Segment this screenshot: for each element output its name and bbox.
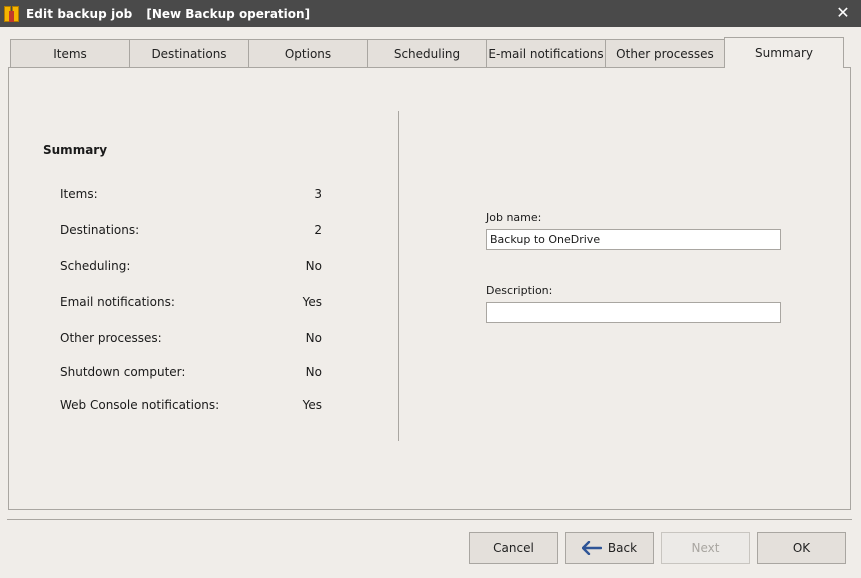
close-icon[interactable]: ✕	[833, 3, 853, 23]
summary-row-other-processes: Other processes: No	[60, 331, 322, 345]
summary-value: Yes	[302, 295, 322, 309]
next-button-label: Next	[691, 541, 720, 555]
ok-button[interactable]: OK	[757, 532, 846, 564]
summary-label: Items:	[60, 187, 98, 201]
summary-row-scheduling: Scheduling: No	[60, 259, 322, 273]
summary-row-web-console-notifications: Web Console notifications: Yes	[60, 398, 322, 412]
summary-panel: Summary Items: 3 Destinations: 2 Schedul…	[8, 67, 851, 510]
tab-scheduling[interactable]: Scheduling	[367, 39, 487, 68]
window-title: Edit backup job	[26, 6, 133, 21]
summary-value: 3	[314, 187, 322, 201]
summary-row-email-notifications: Email notifications: Yes	[60, 295, 322, 309]
tab-email-notifications[interactable]: E-mail notifications	[486, 39, 606, 68]
cancel-button-label: Cancel	[493, 541, 534, 555]
description-input[interactable]	[486, 302, 781, 323]
summary-label: Destinations:	[60, 223, 140, 237]
tab-bar: Items Destinations Options Scheduling E-…	[10, 37, 844, 69]
summary-value: No	[305, 331, 322, 345]
arrow-left-icon	[581, 541, 602, 555]
app-logo-icon	[3, 5, 21, 23]
summary-row-shutdown-computer: Shutdown computer: No	[60, 365, 322, 379]
tab-options[interactable]: Options	[248, 39, 368, 68]
footer-divider	[7, 519, 852, 520]
tab-items[interactable]: Items	[10, 39, 130, 68]
summary-label: Shutdown computer:	[60, 365, 186, 379]
tab-other-processes[interactable]: Other processes	[605, 39, 725, 68]
summary-value: No	[305, 365, 322, 379]
window-subtitle: [New Backup operation]	[146, 6, 311, 21]
cancel-button[interactable]: Cancel	[469, 532, 558, 564]
summary-label: Web Console notifications:	[60, 398, 220, 412]
summary-label: Other processes:	[60, 331, 162, 345]
summary-value: Yes	[302, 398, 322, 412]
summary-value: No	[305, 259, 322, 273]
vertical-divider	[398, 111, 399, 441]
back-button[interactable]: Back	[565, 532, 654, 564]
summary-label: Email notifications:	[60, 295, 175, 309]
summary-heading: Summary	[43, 143, 108, 157]
summary-value: 2	[314, 223, 322, 237]
summary-label: Scheduling:	[60, 259, 131, 273]
tab-summary[interactable]: Summary	[724, 37, 844, 69]
ok-button-label: OK	[792, 541, 811, 555]
job-name-input[interactable]	[486, 229, 781, 250]
title-bar: Edit backup job [New Backup operation] ✕	[0, 0, 861, 27]
summary-row-destinations: Destinations: 2	[60, 223, 322, 237]
back-button-label: Back	[607, 541, 638, 555]
description-label: Description:	[486, 284, 553, 297]
job-name-label: Job name:	[486, 211, 542, 224]
summary-row-items: Items: 3	[60, 187, 322, 201]
tab-destinations[interactable]: Destinations	[129, 39, 249, 68]
next-button[interactable]: Next	[661, 532, 750, 564]
